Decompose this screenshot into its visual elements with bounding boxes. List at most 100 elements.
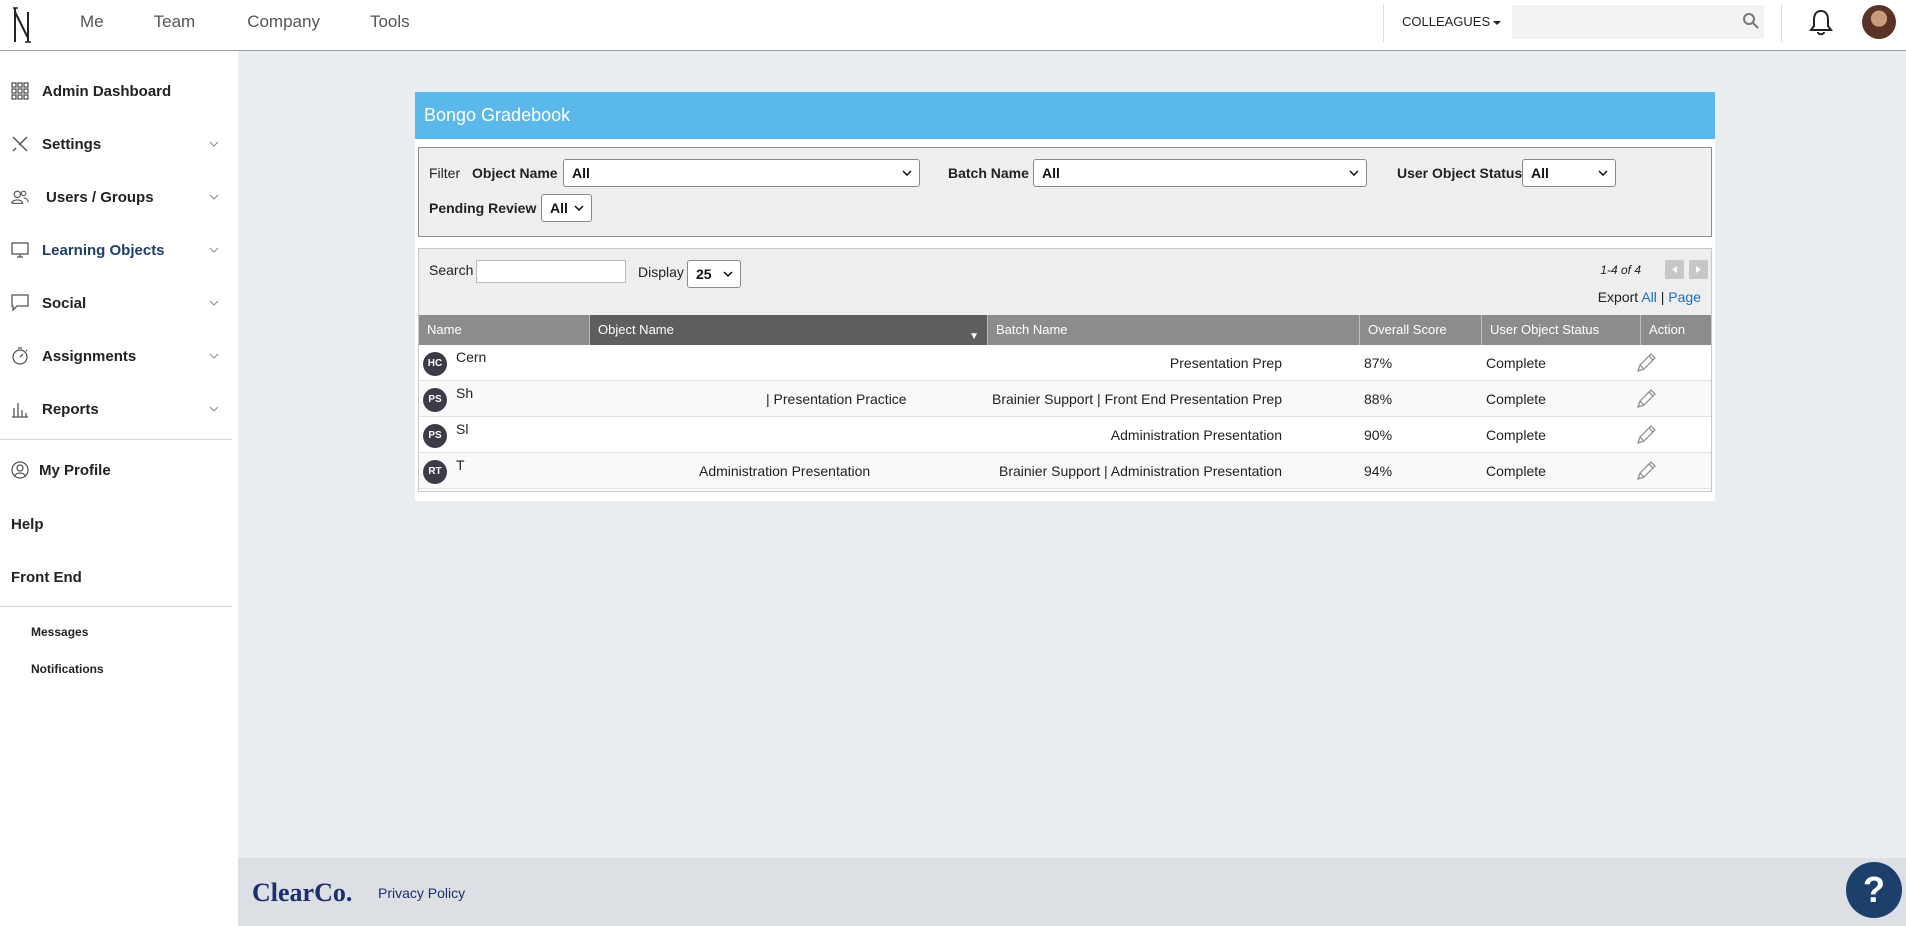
divider bbox=[1383, 4, 1384, 42]
monitor-icon bbox=[11, 242, 29, 258]
export-page-link[interactable]: Page bbox=[1668, 289, 1701, 305]
bar-chart-icon bbox=[12, 403, 28, 418]
divider bbox=[0, 606, 232, 607]
sidebar-item-label: Learning Objects bbox=[42, 241, 165, 259]
top-nav: Me Team Company Tools bbox=[80, 0, 460, 44]
sidebar-item-label: Assignments bbox=[42, 347, 137, 365]
chat-bubble-icon bbox=[11, 294, 29, 312]
stopwatch-icon bbox=[12, 347, 28, 365]
sidebar-item-label: Social bbox=[42, 294, 87, 312]
cell-name: Sh bbox=[456, 385, 474, 401]
cell-overall-score: 90% bbox=[1364, 427, 1393, 443]
column-header-overall-score[interactable]: Overall Score bbox=[1360, 315, 1482, 345]
object-name-select[interactable]: All bbox=[563, 159, 920, 187]
user-object-status-label: User Object Status bbox=[1397, 165, 1522, 181]
pending-review-select[interactable]: All bbox=[541, 194, 592, 222]
table-row[interactable]: HC Cern Presentation Prep 87% Complete bbox=[419, 345, 1711, 381]
user-object-status-select[interactable]: All bbox=[1522, 159, 1616, 187]
help-button[interactable]: ? bbox=[1846, 862, 1902, 918]
filter-label: Filter bbox=[429, 165, 461, 181]
sidebar-item-users-groups[interactable]: Users / Groups bbox=[0, 177, 232, 217]
cell-name: T bbox=[456, 457, 465, 473]
pending-review-label-text: Pending Review bbox=[429, 200, 537, 216]
sidebar-item-label: Admin Dashboard bbox=[42, 82, 172, 100]
grid-search-input[interactable] bbox=[476, 260, 626, 283]
cell-status: Complete bbox=[1486, 463, 1546, 479]
divider bbox=[0, 439, 232, 440]
edit-pencil-icon[interactable] bbox=[1634, 423, 1658, 447]
object-name-label: Object Name bbox=[472, 165, 558, 181]
table-row[interactable]: PS Sl Administration Presentation 90% Co… bbox=[419, 417, 1711, 453]
cell-status: Complete bbox=[1486, 391, 1546, 407]
batch-name-select[interactable]: All bbox=[1033, 159, 1367, 187]
next-page-button[interactable] bbox=[1689, 260, 1708, 279]
sidebar-item-my-profile[interactable]: My Profile bbox=[0, 450, 232, 490]
chevron-down-icon bbox=[1598, 170, 1608, 176]
chevron-down-icon bbox=[209, 194, 219, 200]
column-header-batch-name[interactable]: Batch Name bbox=[988, 315, 1360, 345]
batch-name-label-text: Batch Name bbox=[948, 165, 1029, 181]
column-header-object-name[interactable]: Object Name ▼ bbox=[590, 315, 988, 345]
chevron-down-icon bbox=[209, 247, 219, 253]
app-logo-icon[interactable] bbox=[12, 6, 32, 44]
top-nav-tools[interactable]: Tools bbox=[370, 0, 410, 44]
table-header: Name Object Name ▼ Batch Name Overall Sc… bbox=[419, 315, 1711, 345]
column-header-user-object-status[interactable]: User Object Status bbox=[1482, 315, 1641, 345]
sidebar-item-notifications[interactable]: Notifications bbox=[31, 662, 104, 676]
sidebar-item-label: Reports bbox=[42, 400, 99, 418]
cell-object-name: Administration Presentation bbox=[699, 463, 871, 479]
table-row[interactable]: RT T Administration Presentation Brainie… bbox=[419, 453, 1711, 489]
export-separator: | bbox=[1660, 289, 1665, 305]
sidebar-item-assignments[interactable]: Assignments bbox=[0, 336, 232, 376]
grid-icon bbox=[11, 82, 29, 100]
chevron-down-icon bbox=[1349, 170, 1359, 176]
cell-batch-name: Administration Presentation bbox=[1110, 427, 1282, 443]
edit-pencil-icon[interactable] bbox=[1634, 351, 1658, 375]
batch-name-label: Batch Name bbox=[948, 165, 1029, 181]
chevron-down-icon bbox=[902, 170, 912, 176]
search-label: Search bbox=[429, 262, 474, 278]
colleague-search-input[interactable] bbox=[1512, 5, 1764, 39]
cell-name: Sl bbox=[456, 421, 469, 437]
privacy-policy-link[interactable]: Privacy Policy bbox=[378, 885, 465, 901]
top-bar: Me Team Company Tools COLLEAGUES bbox=[0, 0, 1906, 51]
cell-status: Complete bbox=[1486, 427, 1546, 443]
pending-review-label: Pending Review bbox=[429, 200, 536, 216]
colleagues-dropdown[interactable]: COLLEAGUES bbox=[1402, 14, 1502, 29]
sidebar-item-label: Users / Groups bbox=[46, 188, 154, 206]
top-nav-team[interactable]: Team bbox=[154, 0, 196, 44]
top-nav-me[interactable]: Me bbox=[80, 0, 104, 44]
sidebar-item-learning-objects[interactable]: Learning Objects bbox=[0, 230, 232, 270]
display-count-select[interactable]: 25 bbox=[687, 260, 741, 288]
sidebar-item-help[interactable]: Help bbox=[11, 516, 44, 533]
panel-title: Bongo Gradebook bbox=[415, 92, 1715, 139]
export-all-link[interactable]: All bbox=[1641, 289, 1657, 305]
footer-brand-logo: ClearCo. bbox=[252, 878, 353, 907]
search-icon[interactable] bbox=[1742, 12, 1760, 30]
sidebar-item-front-end[interactable]: Front End bbox=[11, 569, 82, 586]
edit-pencil-icon[interactable] bbox=[1634, 387, 1658, 411]
cell-batch-name: Brainier Support | Front End Presentatio… bbox=[991, 391, 1282, 407]
users-icon bbox=[11, 190, 29, 204]
avatar: PS bbox=[423, 424, 447, 448]
top-nav-company[interactable]: Company bbox=[247, 0, 320, 44]
pager-text: 1-4 of 4 bbox=[1600, 263, 1641, 277]
edit-pencil-icon[interactable] bbox=[1634, 459, 1658, 483]
sidebar-item-social[interactable]: Social bbox=[0, 283, 232, 323]
gradebook-panel: Bongo Gradebook Filter Object Name All B… bbox=[415, 92, 1715, 501]
prev-page-button[interactable] bbox=[1665, 260, 1684, 279]
cell-batch-name: Presentation Prep bbox=[1169, 355, 1282, 371]
sidebar-item-settings[interactable]: Settings bbox=[0, 124, 232, 164]
avatar: RT bbox=[423, 460, 447, 484]
bell-icon[interactable] bbox=[1808, 8, 1834, 36]
sidebar-item-messages[interactable]: Messages bbox=[31, 625, 88, 639]
table-row[interactable]: PS Sh | Presentation Practice Brainier S… bbox=[419, 381, 1711, 417]
user-avatar[interactable] bbox=[1862, 5, 1896, 39]
user-object-status-label-text: User Object Status bbox=[1397, 165, 1523, 181]
display-label: Display bbox=[638, 264, 684, 280]
gradebook-grid: Search Display 25 1-4 of 4 Export All | … bbox=[418, 248, 1712, 492]
pending-review-value: All bbox=[550, 200, 568, 216]
sidebar-item-reports[interactable]: Reports bbox=[0, 389, 232, 429]
column-header-name[interactable]: Name bbox=[419, 315, 590, 345]
sidebar-item-admin-dashboard[interactable]: Admin Dashboard bbox=[0, 71, 232, 111]
